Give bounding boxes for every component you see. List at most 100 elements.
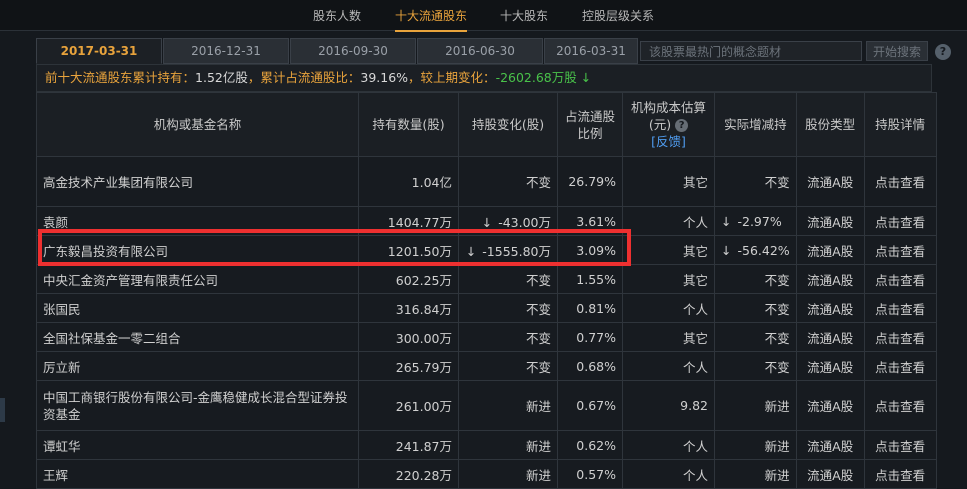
- hold-change-value: 不变: [525, 272, 551, 288]
- real-change: 不变: [714, 264, 797, 294]
- float-ratio-value: 0.62%: [576, 437, 616, 453]
- summary-label-change: ，较上期变化：: [408, 70, 496, 85]
- hold-quantity: 316.84万: [358, 293, 459, 323]
- date-tab-2017-03-31[interactable]: 2017-03-31: [36, 38, 162, 64]
- float-ratio: 3.61%: [557, 206, 623, 236]
- table-row: 广东毅昌投资有限公司 1201.50万 ↓ -1555.80万 3.09% 其它 ↓ -56.…: [36, 235, 937, 265]
- cost-estimate: 个人: [622, 430, 715, 460]
- table-row: 中国工商银行股份有限公司-金鹰稳健成长混合型证券投资基金 261.00万 新进 0.6…: [36, 380, 937, 431]
- date-tab-2016-12-31[interactable]: 2016-12-31: [163, 38, 289, 64]
- hold-change: 不变: [458, 351, 558, 381]
- holder-name: 张国民: [36, 293, 359, 323]
- hold-quantity: 1404.77万: [358, 206, 459, 236]
- detail-link[interactable]: 点击查看: [863, 380, 937, 431]
- detail-link[interactable]: 点击查看: [863, 293, 937, 323]
- hold-change-value: 不变: [525, 330, 551, 346]
- detail-link[interactable]: 点击查看: [863, 156, 937, 207]
- float-ratio: 1.55%: [557, 264, 623, 294]
- detail-link[interactable]: 点击查看: [863, 264, 937, 294]
- down-arrow-icon: ↓: [721, 213, 732, 229]
- hold-change-value: 不变: [525, 175, 551, 190]
- holder-name: 广东毅昌投资有限公司: [36, 235, 359, 265]
- question-icon[interactable]: ?: [675, 119, 689, 132]
- detail-link[interactable]: 点击查看: [863, 322, 937, 352]
- date-tab-2016-06-30[interactable]: 2016-06-30: [417, 38, 543, 64]
- hold-change-value: 新进: [525, 467, 551, 483]
- real-change: 不变: [714, 156, 797, 207]
- help-icon[interactable]: ?: [935, 44, 951, 60]
- real-change-value: 不变: [764, 175, 790, 190]
- hold-quantity: 1201.50万: [358, 235, 459, 265]
- cost-estimate: 其它: [622, 235, 715, 265]
- header-cost-estimate: 机构成本估算(元) ? [反馈]: [622, 92, 715, 157]
- date-tab-2016-03-31[interactable]: 2016-03-31: [544, 38, 638, 64]
- hold-change: 不变: [458, 293, 558, 323]
- real-change-value: 新进: [764, 438, 790, 454]
- detail-link[interactable]: 点击查看: [863, 459, 937, 489]
- nav-shareholder-count[interactable]: 股东人数: [313, 7, 361, 24]
- search-button[interactable]: 开始搜索: [866, 41, 928, 61]
- table-row: 袁颜 1404.77万 ↓ -43.00万 3.61% 个人 ↓ -2.97% 流通A股 点击查看: [36, 206, 937, 236]
- float-ratio-value: 0.57%: [576, 466, 616, 482]
- nav-top10-holders[interactable]: 十大股东: [500, 7, 548, 24]
- detail-link[interactable]: 点击查看: [863, 206, 937, 236]
- concept-search-input[interactable]: 该股票最热门的概念题材: [640, 41, 862, 61]
- share-type: 流通A股: [795, 156, 865, 207]
- float-ratio-value: 0.77%: [576, 329, 616, 345]
- share-type: 流通A股: [795, 322, 865, 352]
- detail-link[interactable]: 点击查看: [863, 235, 937, 265]
- holder-name-text: 谭虹华: [43, 438, 81, 454]
- cost-estimate: 其它: [622, 264, 715, 294]
- holder-name-text: 中央汇金资产管理有限责任公司: [43, 272, 219, 288]
- report-date-tabs: 2017-03-31 2016-12-31 2016-09-30 2016-06…: [36, 38, 638, 64]
- hold-change: 新进: [458, 459, 558, 489]
- hold-change-value: 不变: [525, 359, 551, 375]
- hold-change-value: -43.00万: [498, 214, 551, 230]
- real-change-value: 不变: [764, 359, 790, 375]
- holder-name: 厉立新: [36, 351, 359, 381]
- float-ratio: 0.67%: [557, 380, 623, 431]
- cost-estimate: 个人: [622, 459, 715, 489]
- summary-change-value: -2602.68万股: [495, 70, 577, 85]
- down-arrow-icon: ↓: [481, 214, 493, 230]
- header-detail: 持股详情: [863, 92, 937, 157]
- nav-control-hierarchy[interactable]: 控股层级关系: [582, 7, 654, 24]
- hold-quantity: 220.28万: [358, 459, 459, 489]
- header-real-change: 实际增减持: [714, 92, 797, 157]
- real-change-value: 新进: [764, 467, 790, 483]
- real-change: 不变: [714, 293, 797, 323]
- detail-link[interactable]: 点击查看: [863, 430, 937, 460]
- detail-link[interactable]: 点击查看: [863, 351, 937, 381]
- hold-change-value: 不变: [525, 301, 551, 317]
- holdings-summary: 前十大流通股东累计持有：1.52亿股，累计占流通股比：39.16%，较上期变化：…: [36, 64, 932, 92]
- header-float-ratio: 占流通股比例: [557, 92, 623, 157]
- cost-estimate: 其它: [622, 322, 715, 352]
- top10-float-holders-table: 机构或基金名称 持有数量(股) 持股变化(股) 占流通股比例 机构成本估算(元)…: [36, 92, 937, 489]
- date-tab-2016-09-30[interactable]: 2016-09-30: [290, 38, 416, 64]
- hold-quantity: 1.04亿: [358, 156, 459, 207]
- top-nav: 股东人数 十大流通股东 十大股东 控股层级关系: [0, 0, 967, 32]
- scroll-edge-handle[interactable]: [0, 398, 5, 422]
- header-share-type: 股份类型: [795, 92, 865, 157]
- real-change: 新进: [714, 380, 797, 431]
- table-row: 谭虹华 241.87万 新进 0.62% 个人 新进 流通A股 点击查看: [36, 430, 937, 460]
- float-ratio-value: 0.68%: [576, 358, 616, 374]
- cost-estimate: 其它: [622, 156, 715, 207]
- real-change-value: 不变: [764, 330, 790, 346]
- share-type: 流通A股: [795, 206, 865, 236]
- table-row: 张国民 316.84万 不变 0.81% 个人 不变 流通A股 点击查看: [36, 293, 937, 323]
- share-type: 流通A股: [795, 351, 865, 381]
- holder-name-text: 高金技术产业集团有限公司: [43, 175, 194, 190]
- real-change-value: 不变: [764, 272, 790, 288]
- header-cost-label: 机构成本估算(元): [630, 100, 706, 132]
- holder-name-text: 广东毅昌投资有限公司: [43, 243, 169, 259]
- cost-estimate: 9.82: [622, 380, 715, 431]
- holder-name: 高金技术产业集团有限公司: [36, 156, 359, 207]
- nav-top10-float-holders[interactable]: 十大流通股东: [395, 7, 468, 32]
- share-type: 流通A股: [795, 430, 865, 460]
- hold-change-value: 新进: [525, 438, 551, 454]
- hold-change: 不变: [458, 156, 558, 207]
- feedback-link[interactable]: [反馈]: [651, 134, 686, 149]
- real-change: 新进: [714, 430, 797, 460]
- real-change: 新进: [714, 459, 797, 489]
